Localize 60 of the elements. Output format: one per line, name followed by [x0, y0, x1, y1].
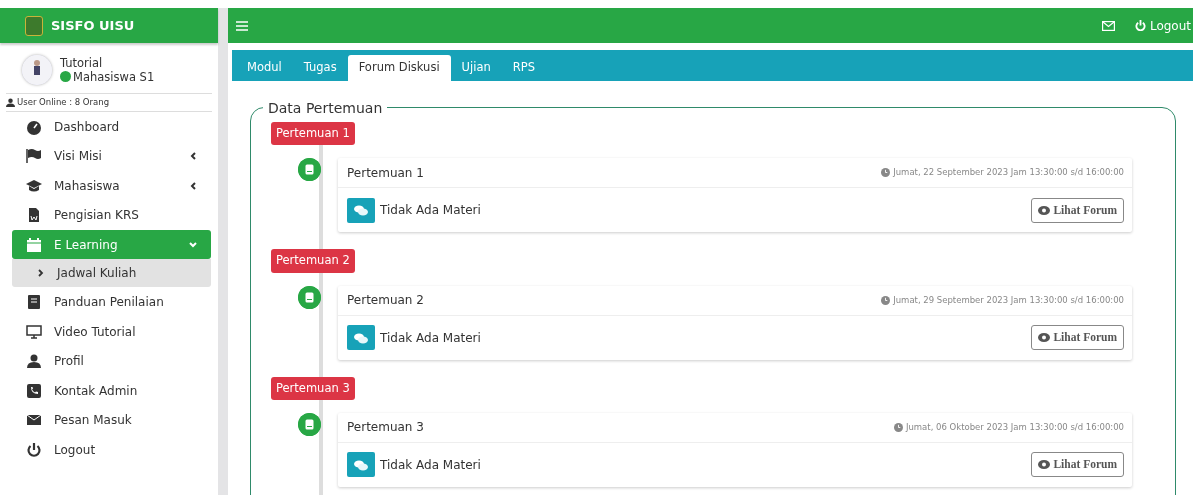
envelope-icon	[26, 412, 42, 428]
menu-icon[interactable]	[236, 20, 248, 31]
online-count: User Online : 8 Orang	[17, 96, 110, 109]
book-icon	[298, 158, 321, 182]
calendar-icon	[26, 236, 42, 253]
envelope-icon[interactable]	[1101, 20, 1115, 31]
sidebar-item[interactable]: Video Tutorial	[0, 316, 211, 347]
chevron-icon	[38, 269, 45, 278]
sidebar-item[interactable]: Logout	[0, 434, 211, 465]
eye-icon	[1038, 460, 1051, 470]
meeting-badge: Pertemuan 3	[271, 376, 355, 400]
power-icon	[1134, 20, 1146, 31]
meeting-schedule: Jumat, 06 Oktober 2023 Jam 13:30:00 s/d 16:00:00	[893, 420, 1124, 434]
clock-icon	[881, 168, 891, 178]
view-forum-button[interactable]: Lihat Forum	[1031, 324, 1124, 351]
chat-icon	[347, 452, 375, 478]
meeting-title: Pertemuan 3	[347, 419, 425, 437]
user-icon	[6, 97, 15, 107]
material-text: Tidak Ada Materi	[380, 329, 482, 347]
sidebar-item[interactable]: Pesan Masuk	[0, 405, 211, 435]
sidebar-item[interactable]: Dashboard	[0, 111, 211, 142]
monitor-icon	[26, 323, 42, 340]
sidebar-item[interactable]: Pengisian KRS	[0, 200, 211, 230]
sidebar-item[interactable]: Mahasiswa	[0, 170, 211, 201]
view-forum-button[interactable]: Lihat Forum	[1031, 197, 1124, 223]
avatar-icon	[22, 55, 52, 85]
sidebar-item[interactable]: Visi Misi	[0, 141, 211, 171]
material-text: Tidak Ada Materi	[380, 202, 482, 220]
eye-icon	[1038, 333, 1051, 342]
material-text: Tidak Ada Materi	[380, 456, 482, 474]
user-name: Tutorial	[60, 56, 104, 70]
logo-icon	[25, 15, 43, 36]
word-file-icon	[26, 207, 42, 223]
person-icon	[26, 353, 42, 369]
graduation-cap-icon	[26, 177, 42, 194]
view-forum-button[interactable]: Lihat Forum	[1031, 452, 1124, 478]
sidebar-item[interactable]: Panduan Penilaian	[0, 287, 211, 317]
power-icon	[26, 441, 42, 458]
sidebar-item[interactable]: Kontak Admin	[0, 375, 211, 406]
meeting-schedule: Jumat, 29 September 2023 Jam 13:30:00 s/d 16:00:00	[881, 293, 1124, 307]
book-icon	[298, 412, 321, 436]
meeting-badge: Pertemuan 2	[271, 249, 355, 273]
submenu-item[interactable]: Jadwal Kuliah	[12, 259, 211, 288]
phone-icon	[26, 382, 42, 399]
tab[interactable]: Forum Diskusi	[347, 55, 451, 81]
flag-icon	[26, 148, 42, 164]
meeting-title: Pertemuan 1	[347, 164, 425, 182]
clock-icon	[893, 422, 903, 432]
gauge-icon	[26, 118, 42, 135]
user-role: Mahasiswa S1	[73, 70, 155, 84]
book-icon	[26, 294, 42, 310]
clock-icon	[881, 295, 891, 305]
chat-icon	[347, 325, 375, 350]
meeting-schedule: Jumat, 22 September 2023 Jam 13:30:00 s/d 16:00:00	[881, 166, 1124, 180]
meeting-title: Pertemuan 2	[347, 292, 425, 309]
eye-icon	[1038, 205, 1051, 215]
sidebar-item[interactable]: Profil	[0, 346, 211, 376]
meeting-badge: Pertemuan 1	[271, 122, 355, 146]
chat-icon	[347, 197, 375, 223]
book-icon	[298, 285, 321, 309]
